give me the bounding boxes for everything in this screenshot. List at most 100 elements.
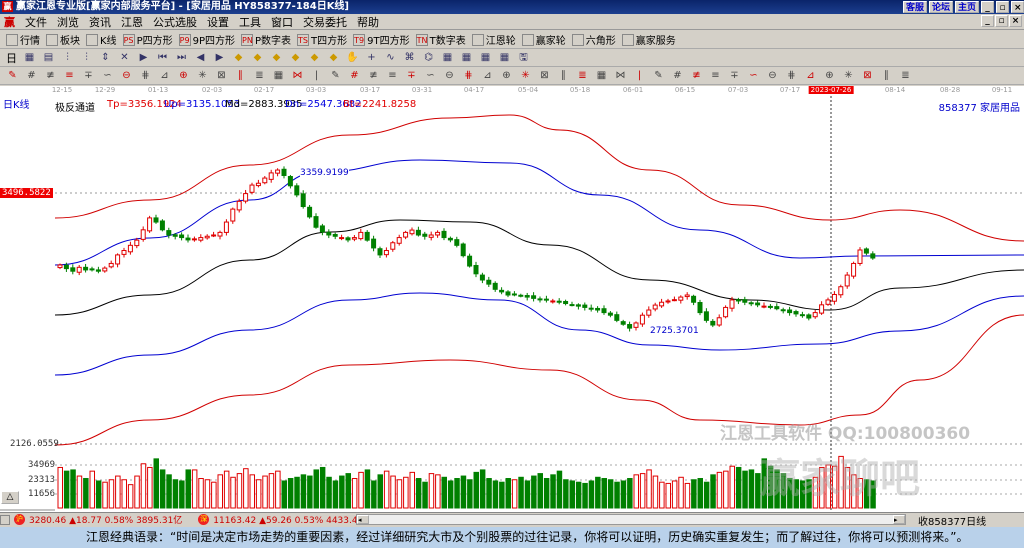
menu-gann[interactable]: 江恩 xyxy=(121,14,143,30)
drawing-tool-icon[interactable]: ≡ xyxy=(63,69,76,82)
drawing-tool-icon[interactable]: ∽ xyxy=(424,69,437,82)
drawing-tool-icon[interactable]: ⋈ xyxy=(614,69,627,82)
toolbar-button-3[interactable]: PS P四方形 xyxy=(122,32,173,47)
chart-tool-icon[interactable]: ⫶ xyxy=(80,51,93,64)
chart-tool-icon[interactable]: ⌬ xyxy=(422,51,435,64)
period-select[interactable]: 日 xyxy=(6,50,17,66)
drawing-tool-icon[interactable]: # xyxy=(348,69,361,82)
chart-tool-icon[interactable]: ✋ xyxy=(346,51,359,64)
drawing-tool-icon[interactable]: ✎ xyxy=(329,69,342,82)
toolbar-button-12[interactable]: 赢家服务 xyxy=(621,32,676,47)
drawing-tool-icon[interactable]: ⊖ xyxy=(443,69,456,82)
drawing-tool-icon[interactable]: ⊕ xyxy=(500,69,513,82)
drawing-tool-icon[interactable]: ⋕ xyxy=(785,69,798,82)
drawing-tool-icon[interactable]: ⊠ xyxy=(215,69,228,82)
drawing-tool-icon[interactable]: ⊿ xyxy=(158,69,171,82)
chart-tool-icon[interactable]: ▶ xyxy=(137,51,150,64)
toolbar-button-7[interactable]: T9 9T四方形 xyxy=(353,32,410,47)
chart-tool-icon[interactable]: ◀ xyxy=(194,51,207,64)
drawing-tool-icon[interactable]: ✳ xyxy=(196,69,209,82)
mdi-minimize-button[interactable]: _ xyxy=(981,15,994,27)
drawing-tool-icon[interactable]: ≣ xyxy=(576,69,589,82)
drawing-tool-icon[interactable]: ▦ xyxy=(595,69,608,82)
drawing-tool-icon[interactable]: ⊠ xyxy=(538,69,551,82)
scroll-left-button[interactable]: ◂ xyxy=(357,515,369,524)
chart-tool-icon[interactable]: ◆ xyxy=(232,51,245,64)
minimize-button[interactable]: _ xyxy=(981,1,994,13)
toolbar-button-6[interactable]: TS T四方形 xyxy=(297,32,347,47)
chart-tool-icon[interactable]: ◆ xyxy=(289,51,302,64)
drawing-tool-icon[interactable]: ∥ xyxy=(234,69,247,82)
drawing-tool-icon[interactable]: | xyxy=(310,69,323,82)
chart-tool-icon[interactable]: ◆ xyxy=(270,51,283,64)
chart-tool-icon[interactable]: ✕ xyxy=(118,51,131,64)
drawing-tool-icon[interactable]: ≣ xyxy=(253,69,266,82)
menu-formula[interactable]: 公式选股 xyxy=(153,14,197,30)
scroll-right-button[interactable]: ▸ xyxy=(893,515,905,524)
toolbar-button-9[interactable]: 江恩轮 xyxy=(471,32,516,47)
close-button[interactable]: × xyxy=(1011,1,1024,13)
drawing-tool-icon[interactable]: ≣ xyxy=(899,69,912,82)
toolbar-button-8[interactable]: TN T数字表 xyxy=(415,32,466,47)
drawing-tool-icon[interactable]: ✳ xyxy=(519,69,532,82)
drawing-tool-icon[interactable]: ▦ xyxy=(272,69,285,82)
drawing-tool-icon[interactable]: ∥ xyxy=(880,69,893,82)
drawing-tool-icon[interactable]: ⋕ xyxy=(139,69,152,82)
chart-tool-icon[interactable]: ⇕ xyxy=(99,51,112,64)
menu-tools[interactable]: 工具 xyxy=(239,14,261,30)
drawing-tool-icon[interactable]: ≢ xyxy=(367,69,380,82)
menu-file[interactable]: 文件 xyxy=(25,14,47,30)
drawing-tool-icon[interactable]: ⊿ xyxy=(481,69,494,82)
panel-toggle-button[interactable]: △ xyxy=(1,491,19,504)
collect-label[interactable]: 收858377日线 xyxy=(918,513,986,528)
drawing-tool-icon[interactable]: ∓ xyxy=(405,69,418,82)
toolbar-button-11[interactable]: 六角形 xyxy=(571,32,616,47)
drawing-tool-icon[interactable]: ≡ xyxy=(386,69,399,82)
menu-window[interactable]: 窗口 xyxy=(271,14,293,30)
chart-tool-icon[interactable]: ◆ xyxy=(308,51,321,64)
chart-tool-icon[interactable]: ⏭ xyxy=(175,51,188,64)
toolbar-button-5[interactable]: PN P数字表 xyxy=(241,32,291,47)
drawing-tool-icon[interactable]: ✳ xyxy=(842,69,855,82)
drawing-tool-icon[interactable]: ⊠ xyxy=(861,69,874,82)
chart-tool-icon[interactable]: + xyxy=(365,51,378,64)
drawing-tool-icon[interactable]: ∥ xyxy=(557,69,570,82)
menu-settings[interactable]: 设置 xyxy=(207,14,229,30)
toolbar-button-1[interactable]: 板块 xyxy=(46,32,80,47)
chart-tool-icon[interactable]: ▶ xyxy=(213,51,226,64)
chart-tool-icon[interactable]: ◆ xyxy=(327,51,340,64)
menu-news[interactable]: 资讯 xyxy=(89,14,111,30)
chart-tool-icon[interactable]: ▦ xyxy=(479,51,492,64)
chart-tool-icon[interactable]: ◆ xyxy=(251,51,264,64)
toolbar-button-0[interactable]: 行情 xyxy=(6,32,40,47)
drawing-tool-icon[interactable]: ⊕ xyxy=(823,69,836,82)
mdi-restore-button[interactable]: ▫ xyxy=(995,15,1008,27)
drawing-tool-icon[interactable]: ∓ xyxy=(82,69,95,82)
calculator-icon[interactable] xyxy=(0,514,10,525)
chart-tool-icon[interactable]: 🖫 xyxy=(517,51,530,64)
chart-tool-icon[interactable]: ▦ xyxy=(460,51,473,64)
home-link[interactable]: 主页 xyxy=(954,1,979,13)
drawing-tool-icon[interactable]: ≢ xyxy=(690,69,703,82)
drawing-tool-icon[interactable]: ≢ xyxy=(44,69,57,82)
chart-tool-icon[interactable]: ⫶ xyxy=(61,51,74,64)
forum-link[interactable]: 论坛 xyxy=(928,1,953,13)
chart-tool-icon[interactable]: ▦ xyxy=(441,51,454,64)
drawing-tool-icon[interactable]: | xyxy=(633,69,646,82)
toolbar-button-2[interactable]: K线 xyxy=(86,32,117,47)
drawing-tool-icon[interactable]: ∽ xyxy=(101,69,114,82)
mdi-close-button[interactable]: × xyxy=(1009,15,1022,27)
menu-browse[interactable]: 浏览 xyxy=(57,14,79,30)
chart-tool-icon[interactable]: ⌘ xyxy=(403,51,416,64)
chart-tool-icon[interactable]: ▤ xyxy=(42,51,55,64)
drawing-tool-icon[interactable]: ⋕ xyxy=(462,69,475,82)
service-link[interactable]: 客服 xyxy=(902,1,927,13)
chart-tool-icon[interactable]: ▦ xyxy=(498,51,511,64)
drawing-tool-icon[interactable]: ∓ xyxy=(728,69,741,82)
chart-tool-icon[interactable]: ▦ xyxy=(23,51,36,64)
drawing-tool-icon[interactable]: # xyxy=(25,69,38,82)
drawing-tool-icon[interactable]: ✎ xyxy=(652,69,665,82)
toolbar-button-4[interactable]: P9 9P四方形 xyxy=(178,32,235,47)
drawing-tool-icon[interactable]: ≡ xyxy=(709,69,722,82)
drawing-tool-icon[interactable]: ⋈ xyxy=(291,69,304,82)
